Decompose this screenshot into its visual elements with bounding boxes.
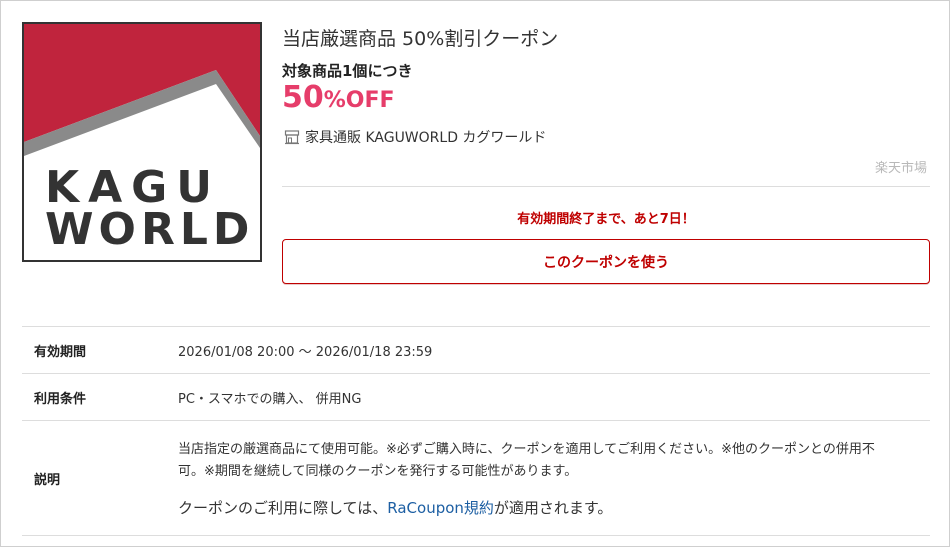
shop-info: 家具通販 KAGUWORLD カグワールド bbox=[284, 127, 546, 147]
shop-name[interactable]: 家具通販 KAGUWORLD カグワールド bbox=[305, 127, 546, 147]
discount-amount: 50%OFF bbox=[282, 83, 395, 113]
discount-value: 50 bbox=[282, 80, 324, 115]
conditions-label: 利用条件 bbox=[22, 373, 177, 421]
coupon-details-table: 有効期間 2026/01/08 20:00 〜 2026/01/18 23:59… bbox=[22, 326, 930, 536]
racoupon-terms-link[interactable]: RaCoupon規約 bbox=[387, 499, 494, 517]
expiry-notice: 有効期間終了まで、あと7日！ bbox=[517, 212, 695, 227]
description-cell: 当店指定の厳選商品にて使用可能。※必ずご購入時に、クーポンを適用してご利用くださ… bbox=[177, 420, 930, 536]
terms-notice: クーポンのご利用に際しては、RaCoupon規約が適用されます。 bbox=[178, 497, 929, 518]
coupon-unit-note: 対象商品1個につき bbox=[282, 62, 413, 80]
coupon-title: 当店厳選商品 50%割引クーポン bbox=[282, 28, 559, 50]
shop-icon bbox=[284, 129, 300, 145]
description-text: 当店指定の厳選商品にて使用可能。※必ずご購入時に、クーポンを適用してご利用くださ… bbox=[178, 441, 875, 479]
coupon-card: KAGU WORLD 当店厳選商品 50%割引クーポン 対象商品1個につき 50… bbox=[0, 0, 950, 547]
shop-logo: KAGU WORLD bbox=[22, 22, 262, 262]
marketplace-label: 楽天市場 bbox=[874, 161, 927, 176]
terms-prefix: クーポンのご利用に際しては、 bbox=[178, 498, 388, 517]
terms-suffix: が適用されます。 bbox=[493, 498, 613, 517]
table-row-conditions: 利用条件 PC・スマホでの購入、 併用NG bbox=[22, 373, 930, 421]
divider bbox=[282, 186, 930, 187]
logo-text-world: WORLD bbox=[45, 204, 255, 255]
table-row-validity: 有効期間 2026/01/08 20:00 〜 2026/01/18 23:59 bbox=[22, 326, 930, 374]
validity-label: 有効期間 bbox=[22, 326, 177, 374]
validity-value: 2026/01/08 20:00 〜 2026/01/18 23:59 bbox=[177, 326, 930, 374]
table-row-description: 説明 当店指定の厳選商品にて使用可能。※必ずご購入時に、クーポンを適用してご利用… bbox=[22, 420, 930, 536]
use-coupon-button[interactable]: このクーポンを使う bbox=[282, 239, 930, 284]
conditions-value: PC・スマホでの購入、 併用NG bbox=[177, 373, 930, 421]
discount-suffix: %OFF bbox=[323, 88, 395, 113]
description-label: 説明 bbox=[22, 420, 177, 536]
